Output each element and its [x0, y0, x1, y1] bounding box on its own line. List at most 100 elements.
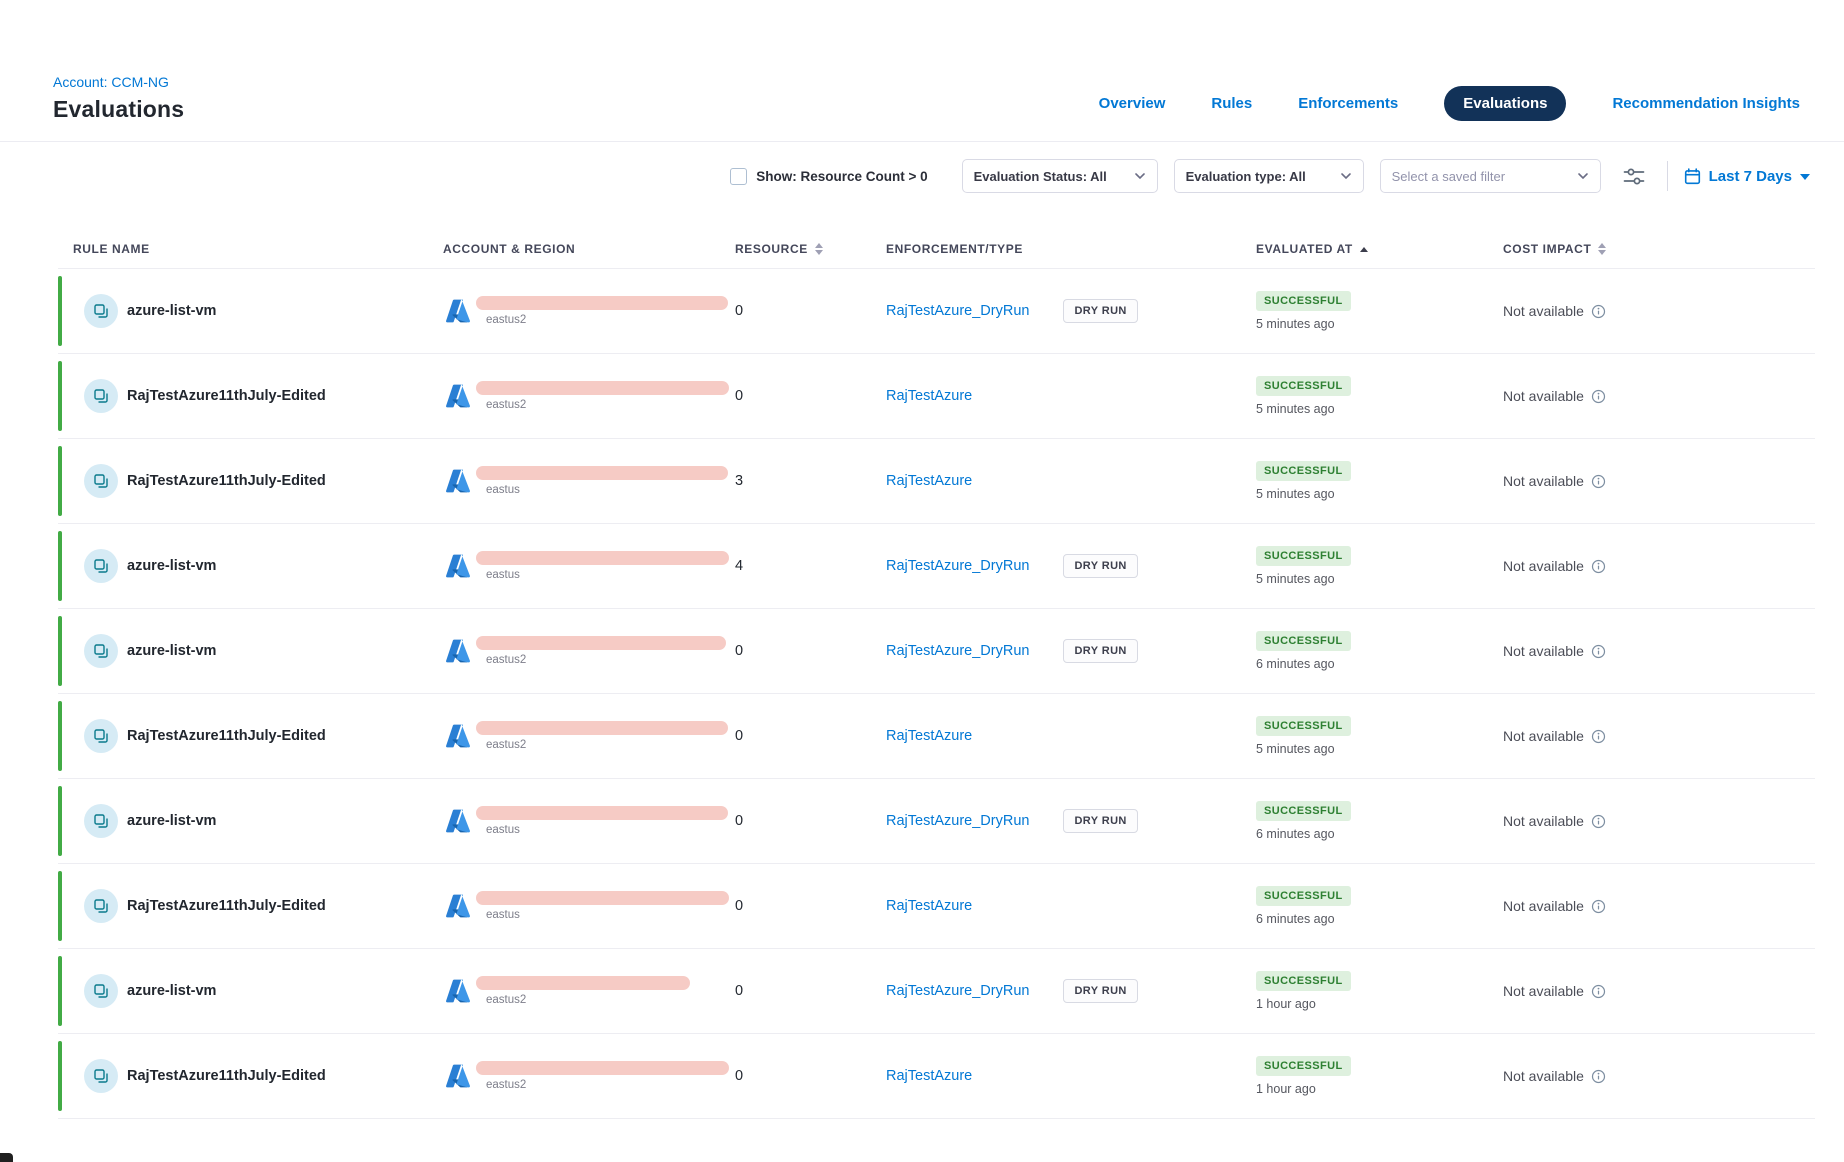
resource-count-filter[interactable]: Show: Resource Count > 0 [730, 168, 927, 185]
tab-evaluations[interactable]: Evaluations [1444, 86, 1566, 121]
info-icon[interactable] [1591, 474, 1606, 489]
enforcement-link[interactable]: RajTestAzure [886, 1068, 972, 1084]
resource-count-checkbox[interactable] [730, 168, 747, 185]
info-icon[interactable] [1591, 559, 1606, 574]
header-divider [0, 141, 1844, 142]
enforcement-link[interactable]: RajTestAzure_DryRun [886, 813, 1029, 829]
enforcement-link[interactable]: RajTestAzure_DryRun [886, 303, 1029, 319]
redacted-account-name [476, 636, 726, 650]
rule-icon [84, 634, 118, 668]
account-info: eastus2 [476, 381, 729, 411]
saved-filter-select[interactable]: Select a saved filter [1380, 159, 1601, 193]
dry-run-badge: DRY RUN [1063, 554, 1137, 578]
table-row[interactable]: azure-list-vm eastus2 0 RajTestAzure_Dry… [58, 269, 1815, 354]
info-icon[interactable] [1591, 304, 1606, 319]
resource-count: 0 [735, 813, 886, 829]
col-evaluated-at[interactable]: EVALUATED AT [1256, 242, 1503, 256]
cost-impact-cell: Not available [1503, 473, 1815, 489]
enforcement-link[interactable]: RajTestAzure_DryRun [886, 558, 1029, 574]
chevron-down-icon [1800, 174, 1810, 180]
region-label: eastus [486, 909, 729, 921]
region-label: eastus [486, 484, 728, 496]
redacted-account-name [476, 296, 728, 310]
account-region-cell: eastus [443, 891, 735, 921]
tab-enforcements[interactable]: Enforcements [1298, 95, 1398, 112]
tab-recommendation-insights[interactable]: Recommendation Insights [1612, 95, 1800, 112]
sliders-icon [1623, 167, 1645, 186]
col-label: EVALUATED AT [1256, 242, 1353, 256]
sort-icon-evaluated-at-asc[interactable] [1360, 247, 1368, 252]
enforcement-link[interactable]: RajTestAzure_DryRun [886, 983, 1029, 999]
rule-icon [84, 804, 118, 838]
col-label: RESOURCE [735, 242, 808, 256]
filter-settings-button[interactable] [1617, 161, 1651, 192]
evaluation-status-select[interactable]: Evaluation Status: All [962, 159, 1158, 193]
enforcement-link[interactable]: RajTestAzure [886, 728, 972, 744]
azure-icon [445, 1063, 471, 1089]
region-label: eastus2 [486, 994, 690, 1006]
table-row[interactable]: RajTestAzure11thJuly-Edited eastus2 0 Ra… [58, 354, 1815, 439]
table-row[interactable]: azure-list-vm eastus2 0 RajTestAzure_Dry… [58, 609, 1815, 694]
cost-impact-text: Not available [1503, 303, 1584, 319]
info-icon[interactable] [1591, 814, 1606, 829]
tab-rules[interactable]: Rules [1211, 95, 1252, 112]
info-icon[interactable] [1591, 1069, 1606, 1084]
table-row[interactable]: RajTestAzure11thJuly-Edited eastus2 0 Ra… [58, 1034, 1815, 1119]
info-icon[interactable] [1591, 729, 1606, 744]
enforcement-link[interactable]: RajTestAzure_DryRun [886, 643, 1029, 659]
col-account-region: ACCOUNT & REGION [443, 242, 735, 256]
status-badge: SUCCESSFUL [1256, 716, 1351, 736]
table-row[interactable]: azure-list-vm eastus 4 RajTestAzure_DryR… [58, 524, 1815, 609]
azure-icon [445, 893, 471, 919]
azure-icon [445, 808, 471, 834]
info-icon[interactable] [1591, 899, 1606, 914]
rule-cell: azure-list-vm [58, 634, 443, 668]
evaluated-at-cell: SUCCESSFUL 5 minutes ago [1256, 376, 1503, 416]
chevron-down-icon [1134, 172, 1146, 180]
table-row[interactable]: RajTestAzure11thJuly-Edited eastus2 0 Ra… [58, 694, 1815, 779]
col-cost-impact[interactable]: COST IMPACT [1503, 242, 1815, 256]
redacted-account-name [476, 891, 729, 905]
table-row[interactable]: RajTestAzure11thJuly-Edited eastus 0 Raj… [58, 864, 1815, 949]
evaluated-at-cell: SUCCESSFUL 6 minutes ago [1256, 886, 1503, 926]
top-nav: Overview Rules Enforcements Evaluations … [1099, 86, 1800, 121]
cost-impact-text: Not available [1503, 1068, 1584, 1084]
date-range-picker[interactable]: Last 7 Days [1684, 168, 1810, 185]
rule-icon [84, 974, 118, 1008]
cost-impact-text: Not available [1503, 643, 1584, 659]
breadcrumb-account-link[interactable]: Account: CCM-NG [53, 74, 184, 90]
azure-icon [445, 553, 471, 579]
evaluated-time: 6 minutes ago [1256, 827, 1335, 841]
evaluated-time: 5 minutes ago [1256, 572, 1335, 586]
rule-name: RajTestAzure11thJuly-Edited [127, 388, 326, 404]
cost-impact-text: Not available [1503, 473, 1584, 489]
redacted-account-name [476, 1061, 729, 1075]
table-row[interactable]: azure-list-vm eastus 0 RajTestAzure_DryR… [58, 779, 1815, 864]
sort-icon-resource[interactable] [815, 243, 823, 255]
rule-icon [84, 719, 118, 753]
evaluation-type-select[interactable]: Evaluation type: All [1174, 159, 1364, 193]
enforcement-link[interactable]: RajTestAzure [886, 898, 972, 914]
table-body: azure-list-vm eastus2 0 RajTestAzure_Dry… [0, 269, 1844, 1119]
enforcement-link[interactable]: RajTestAzure [886, 473, 972, 489]
region-label: eastus [486, 569, 729, 581]
info-icon[interactable] [1591, 644, 1606, 659]
evaluated-at-cell: SUCCESSFUL 5 minutes ago [1256, 546, 1503, 586]
table-row[interactable]: azure-list-vm eastus2 0 RajTestAzure_Dry… [58, 949, 1815, 1034]
tab-overview[interactable]: Overview [1099, 95, 1166, 112]
sort-icon-cost-impact[interactable] [1598, 243, 1606, 255]
status-badge: SUCCESSFUL [1256, 461, 1351, 481]
info-icon[interactable] [1591, 984, 1606, 999]
azure-icon [445, 468, 471, 494]
status-badge: SUCCESSFUL [1256, 886, 1351, 906]
enforcement-link[interactable]: RajTestAzure [886, 388, 972, 404]
table-row[interactable]: RajTestAzure11thJuly-Edited eastus 3 Raj… [58, 439, 1815, 524]
status-badge: SUCCESSFUL [1256, 1056, 1351, 1076]
rule-cell: azure-list-vm [58, 974, 443, 1008]
rule-icon [84, 294, 118, 328]
evaluated-at-cell: SUCCESSFUL 5 minutes ago [1256, 291, 1503, 331]
col-resource[interactable]: RESOURCE [735, 242, 886, 256]
info-icon[interactable] [1591, 389, 1606, 404]
resource-count: 0 [735, 898, 886, 914]
rule-name: azure-list-vm [127, 558, 216, 574]
